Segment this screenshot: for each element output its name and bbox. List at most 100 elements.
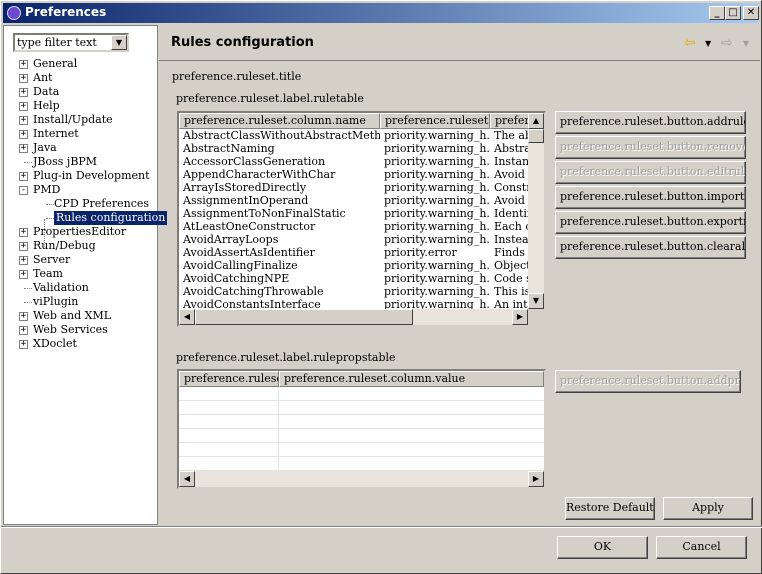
back-arrow-icon[interactable]: ⇦ xyxy=(684,35,696,51)
tree-item-label: XDoclet xyxy=(33,337,77,350)
tree-item[interactable]: CPD Preferences xyxy=(4,197,159,211)
forward-arrow-icon[interactable]: ⇨ xyxy=(721,35,733,51)
filter-combo[interactable]: ▼ xyxy=(13,33,129,52)
table-row[interactable] xyxy=(179,401,544,415)
rule-column-priority-header[interactable]: preference.ruleset.... xyxy=(380,113,490,129)
export-ruleset-button[interactable]: preference.ruleset.button.exportruleset xyxy=(555,211,746,234)
rule-table[interactable]: preference.ruleset.column.name preferenc… xyxy=(177,111,546,327)
back-menu-icon[interactable]: ▼ xyxy=(705,39,711,48)
expand-icon[interactable]: + xyxy=(19,116,28,125)
tree-item-label: Data xyxy=(33,85,60,98)
restore-defaults-button[interactable]: Restore Defaults xyxy=(565,497,655,520)
scroll-down-icon[interactable]: ▼ xyxy=(528,293,544,309)
table-row[interactable]: AccessorClassGeneration priority.warning_… xyxy=(179,155,530,168)
expand-icon[interactable]: + xyxy=(19,326,28,335)
tree-item[interactable]: JBoss jBPM xyxy=(4,155,159,169)
tree-item[interactable]: + Data xyxy=(4,85,159,99)
table-row[interactable]: AvoidArrayLoops priority.warning_h... Inst… xyxy=(179,233,530,246)
scroll-left-icon[interactable]: ◀ xyxy=(179,309,195,325)
property-table-hscroll[interactable]: ◀ ▶ xyxy=(179,471,544,487)
tree-item[interactable]: + Help xyxy=(4,99,159,113)
table-row[interactable]: AvoidAssertAsIdentifier priority.error Fin… xyxy=(179,246,530,259)
rule-property-table[interactable]: preference.rulese... preference.ruleset.… xyxy=(177,369,546,489)
tree-item[interactable]: + Run/Debug xyxy=(4,239,159,253)
tree-item[interactable]: viPlugin xyxy=(4,295,159,309)
add-property-button[interactable]: preference.ruleset.button.addproperty xyxy=(555,370,741,393)
rule-table-hscroll[interactable]: ◀ ▶ xyxy=(179,309,528,325)
title-bar[interactable]: Preferences _ □ ✕ xyxy=(3,3,759,23)
apply-button[interactable]: Apply xyxy=(663,497,753,520)
scroll-right-icon[interactable]: ▶ xyxy=(512,309,528,325)
tree-item[interactable]: + Web Services xyxy=(4,323,159,337)
expand-icon[interactable]: + xyxy=(19,256,28,265)
table-row[interactable]: AppendCharacterWithChar priority.warning_… xyxy=(179,168,530,181)
collapse-icon[interactable]: - xyxy=(19,186,28,195)
expand-icon[interactable]: + xyxy=(19,88,28,97)
rule-name-cell: AccessorClassGeneration xyxy=(183,155,326,168)
table-row[interactable] xyxy=(179,457,544,471)
rule-column-description-header[interactable]: prefere xyxy=(490,113,530,129)
close-button[interactable]: ✕ xyxy=(743,6,759,20)
filter-input[interactable] xyxy=(15,35,109,50)
tree-item[interactable]: + PropertiesEditor xyxy=(4,225,159,239)
expand-icon[interactable]: + xyxy=(19,130,28,139)
table-row[interactable]: AvoidCatchingNPE priority.warning_h... Cod… xyxy=(179,272,530,285)
tree-item[interactable]: + Internet xyxy=(4,127,159,141)
tree-item[interactable]: - PMD xyxy=(4,183,159,197)
scroll-up-icon[interactable]: ▲ xyxy=(528,113,544,129)
add-rule-button[interactable]: preference.ruleset.button.addrule xyxy=(555,111,746,134)
table-row[interactable] xyxy=(179,387,544,401)
clear-all-button[interactable]: preference.ruleset.button.clearall xyxy=(555,236,746,259)
table-row[interactable]: ArrayIsStoredDirectly priority.warning_h.… xyxy=(179,181,530,194)
edit-rule-button[interactable]: preference.ruleset.button.editrule xyxy=(555,161,746,184)
table-row[interactable] xyxy=(179,443,544,457)
rule-column-name-header[interactable]: preference.ruleset.column.name xyxy=(179,113,380,129)
hscroll-thumb[interactable] xyxy=(195,309,413,325)
cancel-button[interactable]: Cancel xyxy=(656,536,747,559)
tree-item[interactable]: Rules configuration xyxy=(4,211,168,225)
table-row[interactable]: AbstractClassWithoutAbstractMethod priori… xyxy=(179,129,530,142)
expand-icon[interactable]: + xyxy=(19,228,28,237)
expand-icon[interactable]: + xyxy=(19,340,28,349)
expand-icon[interactable]: + xyxy=(19,102,28,111)
ok-button[interactable]: OK xyxy=(557,536,648,559)
minimize-button[interactable]: _ xyxy=(709,6,725,20)
scroll-right-icon[interactable]: ▶ xyxy=(528,471,544,487)
expand-icon[interactable]: + xyxy=(19,312,28,321)
chevron-down-icon[interactable]: ▼ xyxy=(111,35,127,50)
table-row[interactable]: AbstractNaming priority.warning_h... Abstr… xyxy=(179,142,530,155)
vscroll-thumb[interactable] xyxy=(528,129,544,143)
table-row[interactable] xyxy=(179,415,544,429)
tree-item[interactable]: + Server xyxy=(4,253,159,267)
table-row[interactable]: AvoidCatchingThrowable priority.warning_h… xyxy=(179,285,530,298)
tree-item[interactable]: + Ant xyxy=(4,71,159,85)
rule-table-vscroll[interactable]: ▲ ▼ xyxy=(528,113,544,309)
forward-menu-icon[interactable]: ▼ xyxy=(743,39,749,48)
tree-item[interactable]: + Java xyxy=(4,141,159,155)
tree-item[interactable]: + XDoclet xyxy=(4,337,159,351)
table-row[interactable]: AssignmentInOperand priority.warning_h...… xyxy=(179,194,530,207)
tree-item[interactable]: + Install/Update xyxy=(4,113,159,127)
tree-item[interactable]: + Team xyxy=(4,267,159,281)
table-row[interactable] xyxy=(179,429,544,443)
table-row[interactable]: AssignmentToNonFinalStatic priority.warni… xyxy=(179,207,530,220)
maximize-button[interactable]: □ xyxy=(725,6,741,20)
tree-item[interactable]: Validation xyxy=(4,281,159,295)
expand-icon[interactable]: + xyxy=(19,144,28,153)
expand-icon[interactable]: + xyxy=(19,172,28,181)
table-row[interactable]: AtLeastOneConstructor priority.warning_h.… xyxy=(179,220,530,233)
tree-item[interactable]: + Web and XML xyxy=(4,309,159,323)
scroll-left-icon[interactable]: ◀ xyxy=(179,471,195,487)
property-column-value-header[interactable]: preference.ruleset.column.value xyxy=(279,371,544,387)
property-column-name-header[interactable]: preference.rulese... xyxy=(179,371,279,387)
remove-rule-button[interactable]: preference.ruleset.button.removerule xyxy=(555,136,746,159)
expand-icon[interactable]: + xyxy=(19,74,28,83)
expand-icon[interactable]: + xyxy=(19,270,28,279)
table-row[interactable]: AvoidCallingFinalize priority.warning_h..… xyxy=(179,259,530,272)
tree-item[interactable]: + General xyxy=(4,57,159,71)
import-ruleset-button[interactable]: preference.ruleset.button.importruleset xyxy=(555,186,746,209)
expand-icon[interactable]: + xyxy=(19,242,28,251)
tree-item[interactable]: + Plug-in Development xyxy=(4,169,159,183)
expand-icon[interactable]: + xyxy=(19,60,28,69)
window-title: Preferences xyxy=(25,5,107,19)
